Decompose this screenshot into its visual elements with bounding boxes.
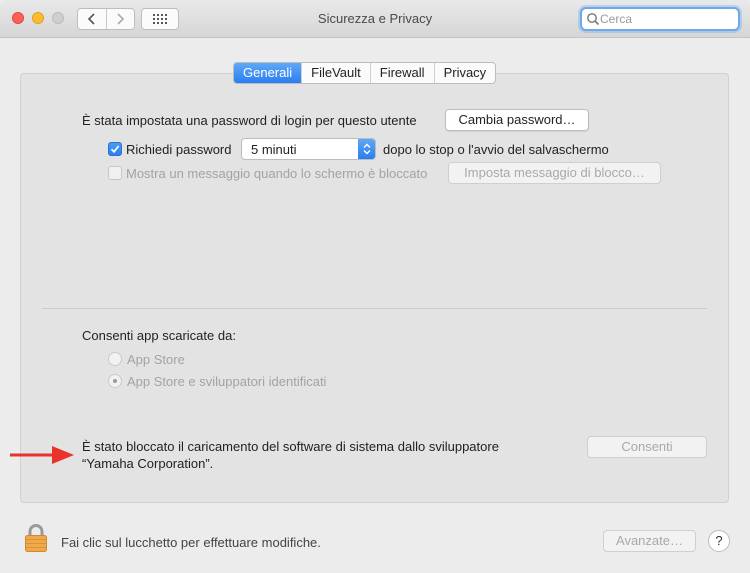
tab-firewall[interactable]: Firewall [369,63,434,83]
search-icon [587,13,600,26]
preferences-window: Sicurezza e Privacy Generali FileVault F… [0,0,750,573]
search-field[interactable] [580,7,740,31]
password-delay-value: 5 minuti [251,142,297,157]
tab-privacy[interactable]: Privacy [433,63,496,83]
blocked-software-text-line2: “Yamaha Corporation”. [82,456,214,471]
require-password-label: Richiedi password [126,142,232,157]
show-message-checkbox[interactable] [108,166,122,180]
set-lock-message-button[interactable]: Imposta messaggio di blocco… [448,162,661,184]
radio-selected-dot [113,379,117,383]
radio-app-store[interactable] [108,352,122,366]
tab-generali[interactable]: Generali [234,63,302,83]
lock-hint-text: Fai clic sul lucchetto per effettuare mo… [61,535,321,550]
password-delay-select[interactable]: 5 minuti [241,138,376,160]
radio-app-store-label: App Store [127,352,185,367]
advanced-button[interactable]: Avanzate… [603,530,696,552]
tab-filevault[interactable]: FileVault [301,63,370,83]
login-password-text: È stata impostata una password di login … [82,113,417,128]
divider [42,308,707,309]
updown-icon [358,139,375,159]
radio-app-store-identified[interactable] [108,374,122,388]
require-password-checkbox[interactable] [108,142,122,156]
lock-icon[interactable] [24,523,48,553]
show-message-label: Mostra un messaggio quando lo schermo è … [126,166,428,181]
blocked-software-text-line1: È stato bloccato il caricamento del soft… [82,439,499,454]
checkmark-icon [110,145,120,154]
radio-app-store-identified-label: App Store e sviluppatori identificati [127,374,327,389]
search-input[interactable] [600,10,736,28]
allow-button[interactable]: Consenti [587,436,707,458]
annotation-arrow-icon [10,446,74,464]
change-password-button[interactable]: Cambia password… [445,109,589,131]
require-password-suffix: dopo lo stop o l'avvio del salvaschermo [383,142,609,157]
tab-bar: Generali FileVault Firewall Privacy [233,62,497,84]
help-button[interactable]: ? [708,530,730,552]
downloads-heading: Consenti app scaricate da: [82,328,236,343]
title-bar: Sicurezza e Privacy [0,0,750,38]
